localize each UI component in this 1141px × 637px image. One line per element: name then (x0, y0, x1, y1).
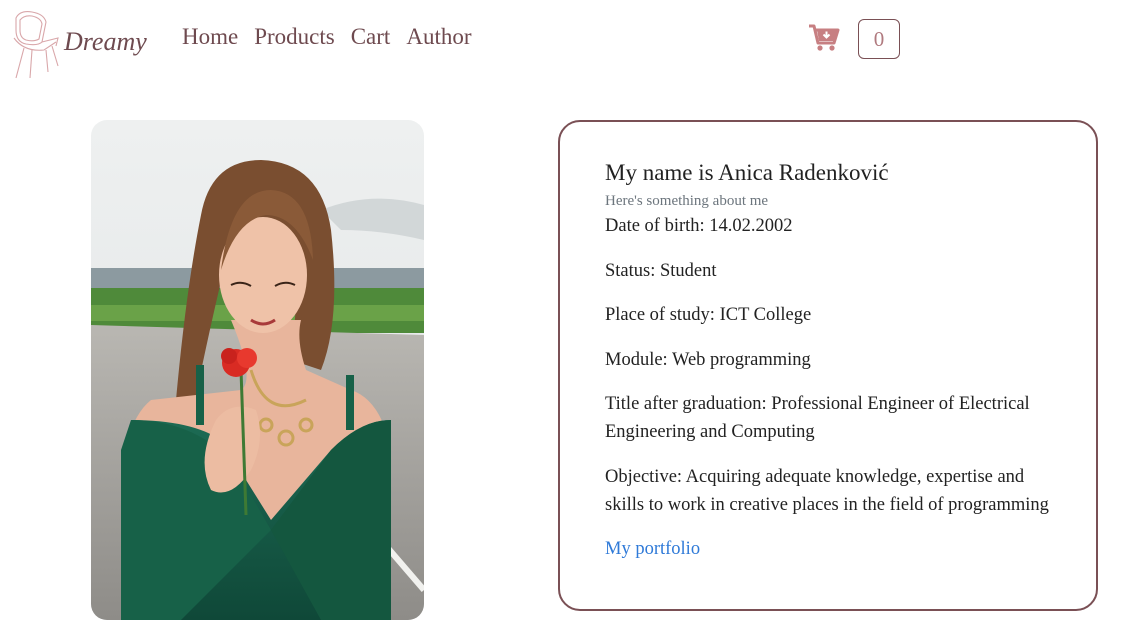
cart-count-badge[interactable]: 0 (858, 19, 900, 59)
nav-author[interactable]: Author (406, 24, 471, 50)
author-photo (91, 120, 424, 620)
nav-home[interactable]: Home (182, 24, 238, 50)
portfolio-link[interactable]: My portfolio (605, 535, 700, 563)
logo-text: Dreamy (64, 27, 147, 56)
logo-link[interactable]: Dreamy (12, 8, 147, 80)
cart-download-icon[interactable] (808, 24, 840, 57)
about-card: My name is Anica Radenković Here's somet… (558, 120, 1098, 611)
main-nav: Home Products Cart Author (182, 24, 488, 50)
info-title-after-graduation: Title after graduation: Professional Eng… (605, 394, 1030, 442)
info-status: Status: Student (605, 260, 717, 281)
info-module: Module: Web programming (605, 349, 811, 370)
info-objective: Objective: Acquiring adequate knowledge,… (605, 466, 1049, 515)
nav-products[interactable]: Products (254, 24, 335, 50)
info-place-of-study: Place of study: ICT College (605, 305, 812, 325)
about-subheading: Here's something about me (605, 193, 769, 209)
nav-cart[interactable]: Cart (351, 24, 391, 50)
chair-icon (12, 8, 62, 80)
info-date-of-birth: Date of birth: 14.02.2002 (605, 216, 793, 236)
page: Dreamy Home Products Cart Author 0 My na… (0, 0, 1141, 637)
about-heading: My name is Anica Radenković (605, 160, 889, 185)
